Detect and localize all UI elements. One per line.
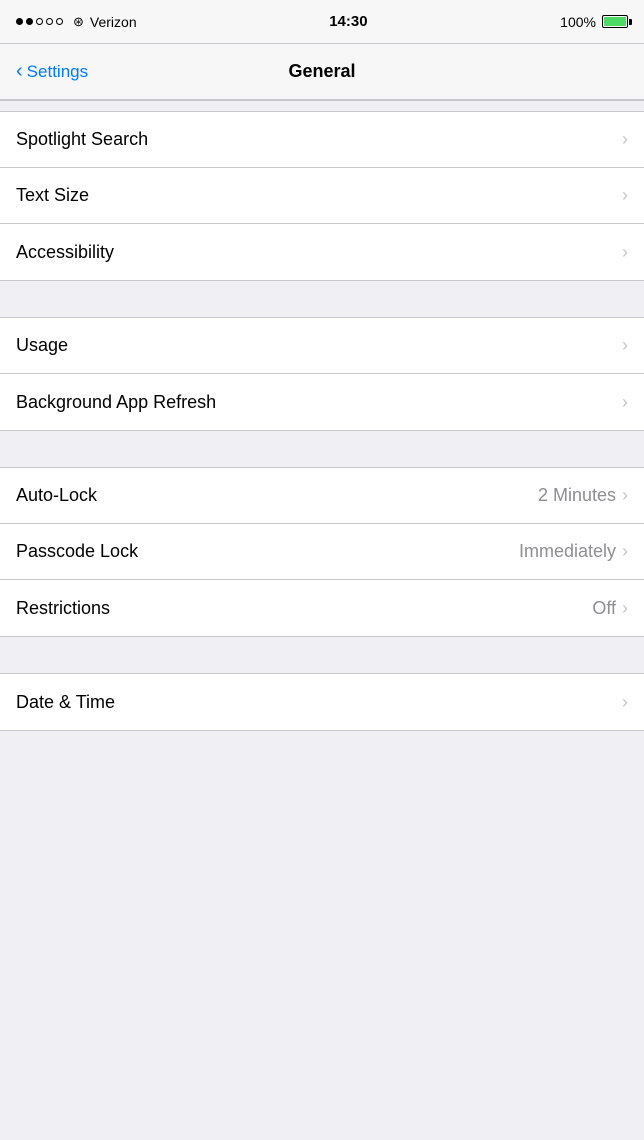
section-gap-2: [0, 431, 644, 467]
section-gap-3: [0, 637, 644, 673]
accessibility-row[interactable]: Accessibility ›: [0, 224, 644, 280]
background-app-refresh-label: Background App Refresh: [16, 392, 216, 413]
passcode-lock-row[interactable]: Passcode Lock Immediately ›: [0, 524, 644, 580]
date-time-chevron: ›: [622, 692, 628, 713]
text-size-right: ›: [622, 185, 628, 206]
section-gap-top: [0, 101, 644, 111]
back-button-label: Settings: [27, 62, 88, 82]
signal-strength: [16, 18, 63, 25]
passcode-lock-label: Passcode Lock: [16, 541, 138, 562]
text-size-chevron: ›: [622, 185, 628, 206]
spotlight-search-chevron: ›: [622, 129, 628, 150]
usage-row[interactable]: Usage ›: [0, 318, 644, 374]
settings-group-1: Spotlight Search › Text Size › Accessibi…: [0, 111, 644, 281]
usage-label: Usage: [16, 335, 68, 356]
spotlight-search-label: Spotlight Search: [16, 129, 148, 150]
status-bar: ⊛ Verizon 14:30 100%: [0, 0, 644, 44]
status-time: 14:30: [329, 13, 367, 30]
usage-chevron: ›: [622, 335, 628, 356]
signal-dot-2: [26, 18, 33, 25]
signal-dot-5: [56, 18, 63, 25]
passcode-lock-right: Immediately ›: [519, 541, 628, 562]
spotlight-search-row[interactable]: Spotlight Search ›: [0, 112, 644, 168]
accessibility-chevron: ›: [622, 242, 628, 263]
section-gap-1: [0, 281, 644, 317]
passcode-lock-chevron: ›: [622, 541, 628, 562]
page-title: General: [288, 61, 355, 82]
battery-fill: [604, 17, 626, 26]
restrictions-row[interactable]: Restrictions Off ›: [0, 580, 644, 636]
restrictions-value: Off: [592, 598, 616, 619]
date-time-right: ›: [622, 692, 628, 713]
restrictions-right: Off ›: [592, 598, 628, 619]
carrier-label: Verizon: [90, 14, 137, 30]
battery-percent-label: 100%: [560, 14, 596, 30]
battery-icon: [602, 15, 628, 28]
auto-lock-row[interactable]: Auto-Lock 2 Minutes ›: [0, 468, 644, 524]
settings-group-2: Usage › Background App Refresh ›: [0, 317, 644, 431]
auto-lock-value: 2 Minutes: [538, 485, 616, 506]
restrictions-chevron: ›: [622, 598, 628, 619]
settings-group-4: Date & Time ›: [0, 673, 644, 731]
status-right: 100%: [560, 14, 628, 30]
spotlight-search-right: ›: [622, 129, 628, 150]
background-app-refresh-row[interactable]: Background App Refresh ›: [0, 374, 644, 430]
auto-lock-chevron: ›: [622, 485, 628, 506]
date-time-label: Date & Time: [16, 692, 115, 713]
passcode-lock-value: Immediately: [519, 541, 616, 562]
usage-right: ›: [622, 335, 628, 356]
back-chevron-icon: ‹: [16, 61, 23, 81]
battery-body: [602, 15, 628, 28]
back-button[interactable]: ‹ Settings: [8, 54, 96, 90]
auto-lock-right: 2 Minutes ›: [538, 485, 628, 506]
auto-lock-label: Auto-Lock: [16, 485, 97, 506]
status-left: ⊛ Verizon: [16, 14, 137, 30]
wifi-icon: ⊛: [73, 14, 84, 30]
accessibility-right: ›: [622, 242, 628, 263]
signal-dot-1: [16, 18, 23, 25]
background-app-refresh-right: ›: [622, 392, 628, 413]
accessibility-label: Accessibility: [16, 242, 114, 263]
text-size-row[interactable]: Text Size ›: [0, 168, 644, 224]
date-time-row[interactable]: Date & Time ›: [0, 674, 644, 730]
restrictions-label: Restrictions: [16, 598, 110, 619]
background-app-refresh-chevron: ›: [622, 392, 628, 413]
signal-dot-4: [46, 18, 53, 25]
settings-group-3: Auto-Lock 2 Minutes › Passcode Lock Imme…: [0, 467, 644, 637]
nav-bar: ‹ Settings General: [0, 44, 644, 100]
text-size-label: Text Size: [16, 185, 89, 206]
signal-dot-3: [36, 18, 43, 25]
